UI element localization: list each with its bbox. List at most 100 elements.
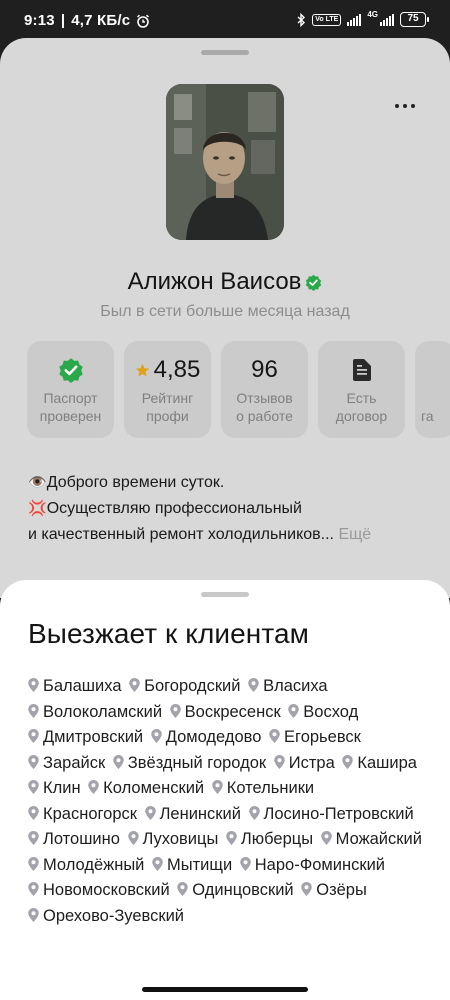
contract-label: Есть договор [335, 390, 388, 424]
volte-badge: Vo LTE [312, 13, 342, 26]
passport-card[interactable]: Паспорт проверен [27, 341, 114, 438]
name-row: Алижон Ваисов [0, 268, 450, 296]
city-name: Красногорск [43, 804, 137, 823]
about-more-link[interactable]: Ещё [338, 526, 371, 543]
rating-value: 4,85 [153, 356, 201, 383]
sheet-handle[interactable] [201, 592, 249, 597]
city-item: Красногорск [28, 805, 137, 823]
city-item: Люберцы [226, 830, 313, 848]
city-name: Власиха [263, 677, 328, 695]
location-pin-icon [211, 780, 223, 794]
partial-card-label: га [421, 408, 434, 424]
city-item: Власиха [248, 677, 328, 695]
city-name: Воскресенск [184, 702, 281, 721]
city-item: Озёры [301, 881, 367, 899]
location-pin-icon [144, 805, 156, 820]
city-name: Лотошино [43, 830, 120, 848]
city-item: Котельники [211, 779, 314, 797]
verified-badge-icon [306, 274, 322, 291]
city-item: Звёздный городок [113, 754, 266, 772]
service-area-sheet: Выезжает к клиентам Балашиха Богородский… [0, 580, 450, 1000]
last-seen-status: Был в сети больше месяца назад [100, 303, 350, 320]
reviews-count: 96 [251, 356, 278, 383]
city-name: Молодёжный [43, 855, 145, 874]
location-pin-icon [127, 831, 139, 845]
city-name: Звёздный городок [127, 753, 267, 772]
clock: 9:13 [24, 12, 55, 29]
city-item: Клин [28, 779, 81, 797]
location-pin-icon [28, 805, 39, 820]
location-pin-icon [177, 882, 189, 896]
status-bar: 9:13 | 4,7 КБ/с Vo LTE 4G 75 [0, 0, 450, 40]
city-name: Озёры [316, 881, 367, 899]
city-name: Балашиха [43, 677, 122, 695]
rating-label: Рейтинг профи [141, 390, 194, 424]
status-right: Vo LTE 4G 75 [297, 10, 429, 27]
city-item: Волоколамский [28, 703, 162, 721]
city-name: Восход [303, 702, 359, 721]
city-item: Мытищи [152, 856, 232, 874]
location-pin-icon [301, 882, 312, 896]
location-pin-icon [152, 856, 163, 871]
city-item: Богородский [129, 677, 240, 695]
reviews-label: Отзывов о работе [236, 390, 293, 424]
city-item: Зарайск [28, 754, 105, 772]
sheet-title: Выезжает к клиентам [28, 618, 309, 649]
city-item: Истра [273, 753, 335, 772]
city-item: Дмитровский [28, 728, 143, 746]
about-text: 👁️Доброго времени суток. 💢Осуществляю пр… [28, 474, 372, 543]
city-name: Кашира [357, 753, 417, 772]
city-name: Орехово-Зуевский [43, 906, 185, 925]
network-type: 4G [367, 10, 378, 19]
location-pin-icon [226, 831, 237, 845]
anger-emoji-icon: 💢 [28, 500, 47, 517]
city-item: Одинцовский [177, 881, 294, 899]
location-pin-icon [28, 831, 39, 845]
city-item: Наро-Фоминский [240, 856, 385, 874]
stats-cards: Паспорт проверен 4,85 Рейтинг профи 96 О… [27, 341, 450, 438]
city-name: Ленинский [159, 804, 241, 823]
home-indicator[interactable] [142, 987, 308, 992]
city-name: Мытищи [167, 855, 233, 874]
status-left: 9:13 | 4,7 КБ/с [24, 12, 150, 29]
eye-emoji-icon: 👁️ [28, 474, 47, 491]
city-item: Новомосковский [28, 881, 170, 899]
reviews-card[interactable]: 96 Отзывов о работе [221, 341, 308, 438]
avatar-photo [166, 84, 284, 240]
city-item: Егорьевск [269, 728, 361, 746]
bluetooth-icon [297, 12, 306, 27]
location-pin-icon [273, 754, 285, 769]
location-pin-icon [28, 780, 39, 794]
city-name: Истра [288, 753, 335, 772]
avatar[interactable] [166, 84, 284, 240]
more-options-button[interactable] [390, 96, 420, 116]
location-pin-icon [28, 754, 39, 769]
city-item: Лотошино [28, 830, 120, 848]
location-pin-icon [129, 678, 140, 692]
city-item: Домодедово [150, 728, 262, 746]
location-pin-icon [28, 729, 39, 743]
star-icon [135, 363, 149, 376]
city-item: Орехово-Зуевский [28, 907, 184, 925]
partial-card[interactable]: га [415, 341, 450, 438]
location-pin-icon [28, 703, 39, 718]
location-pin-icon [320, 831, 332, 845]
document-icon [352, 359, 371, 381]
city-name: Одинцовский [192, 881, 294, 899]
city-name: Лосино-Петровский [263, 804, 414, 823]
city-name: Можайский [335, 830, 422, 848]
location-pin-icon [269, 729, 280, 743]
city-name: Новомосковский [43, 881, 170, 899]
verified-check-icon [58, 358, 83, 383]
location-pin-icon [248, 678, 259, 692]
location-pin-icon [28, 856, 39, 871]
sheet-handle[interactable] [201, 50, 249, 55]
city-name: Коломенский [103, 779, 205, 797]
contract-card[interactable]: Есть договор [318, 341, 405, 438]
location-pin-icon [28, 882, 39, 896]
signal-icon [347, 13, 362, 26]
city-name: Домодедово [165, 728, 262, 746]
rating-card[interactable]: 4,85 Рейтинг профи [124, 341, 211, 438]
city-item: Кашира [342, 754, 417, 772]
profile-sheet: Алижон Ваисов Был в сети больше месяца н… [0, 38, 450, 598]
